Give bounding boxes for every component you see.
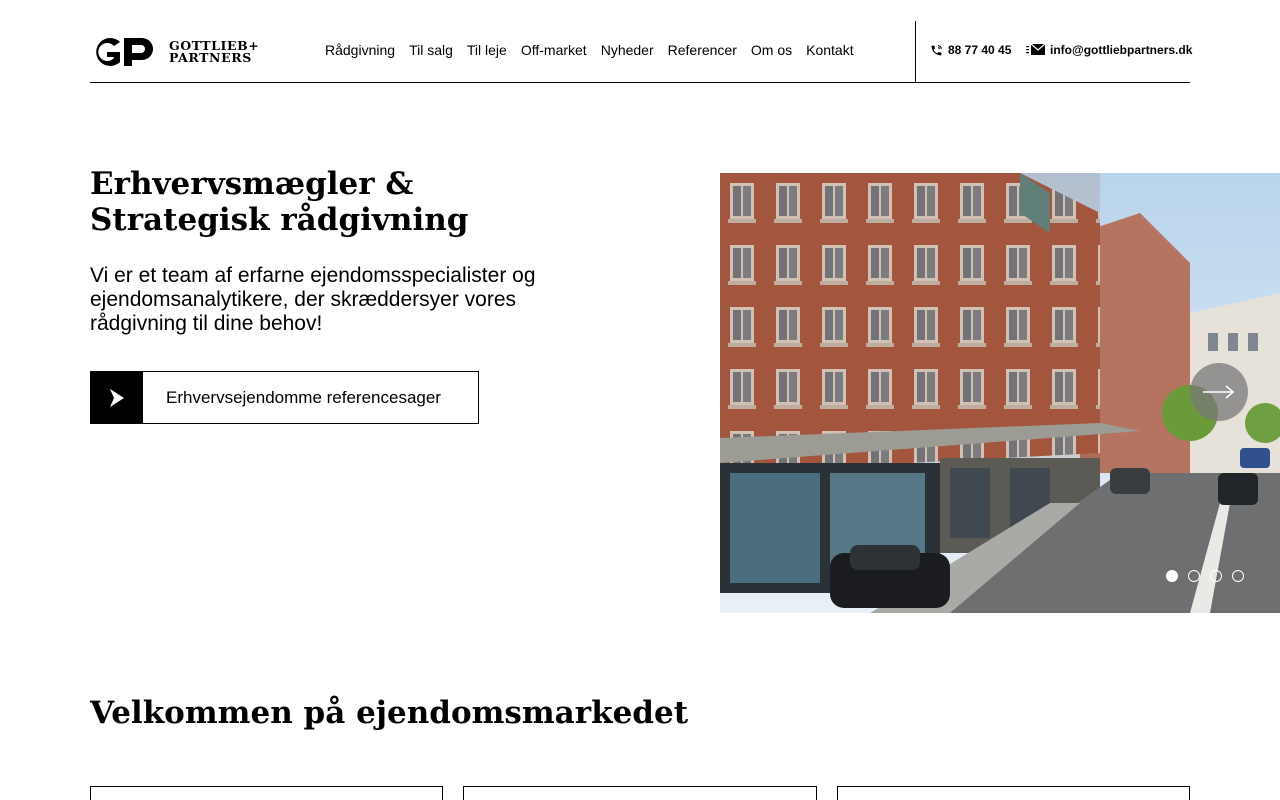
phone-number: 88 77 40 45 <box>948 43 1012 57</box>
nav-item-til-leje[interactable]: Til leje <box>467 42 507 58</box>
slider-dot-1[interactable] <box>1166 570 1178 582</box>
nav-item-referencer[interactable]: Referencer <box>668 42 737 58</box>
site-header: GOTTLIEB+ PARTNERS Rådgivning Til salg T… <box>90 21 1192 83</box>
logo-text: GOTTLIEB+ PARTNERS <box>169 39 259 65</box>
main-nav: Rådgivning Til salg Til leje Off-market … <box>325 42 854 58</box>
feature-card-3[interactable] <box>837 786 1190 800</box>
email-address: info@gottliebpartners.dk <box>1050 43 1193 57</box>
logo-line-2: PARTNERS <box>169 50 252 65</box>
logo[interactable]: GOTTLIEB+ PARTNERS <box>90 35 265 69</box>
slider-dot-2[interactable] <box>1188 570 1200 582</box>
feature-card-2[interactable] <box>463 786 817 800</box>
feature-card-1[interactable] <box>90 786 443 800</box>
nav-item-raadgivning[interactable]: Rådgivning <box>325 42 395 58</box>
section-title: Velkommen på ejendomsmarkedet <box>90 695 689 731</box>
nav-item-off-market[interactable]: Off-market <box>521 42 587 58</box>
references-cta-label: Erhvervsejendomme referencesager <box>166 387 441 407</box>
hero-title: Erhvervsmægler & Strategisk rådgivning <box>90 166 570 238</box>
mail-icon <box>1026 44 1045 55</box>
slider-dot-4[interactable] <box>1232 570 1244 582</box>
email-link[interactable]: info@gottliebpartners.dk <box>1026 43 1192 57</box>
nav-item-nyheder[interactable]: Nyheder <box>601 42 654 58</box>
hero-title-line-1: Erhvervsmægler & <box>90 166 414 202</box>
logo-mark-icon <box>96 38 153 66</box>
hero-image-slider[interactable] <box>720 173 1280 613</box>
phone-icon <box>931 44 942 55</box>
slider-dot-3[interactable] <box>1210 570 1222 582</box>
phone-link[interactable]: 88 77 40 45 <box>930 43 1011 57</box>
arrow-right-icon <box>1203 385 1235 399</box>
hero-title-line-2: Strategisk rådgivning <box>90 202 469 238</box>
slider-next-button[interactable] <box>1190 363 1248 421</box>
hero-intro-text: Vi er et team af erfarne ejendomsspecial… <box>90 264 536 335</box>
slider-dots <box>1166 570 1244 582</box>
references-cta-button[interactable]: Erhvervsejendomme referencesager <box>90 371 479 424</box>
nav-item-om-os[interactable]: Om os <box>751 42 792 58</box>
nav-item-kontakt[interactable]: Kontakt <box>806 42 853 58</box>
nav-item-til-salg[interactable]: Til salg <box>409 42 453 58</box>
header-divider <box>915 21 916 82</box>
chevron-right-icon <box>91 372 143 423</box>
